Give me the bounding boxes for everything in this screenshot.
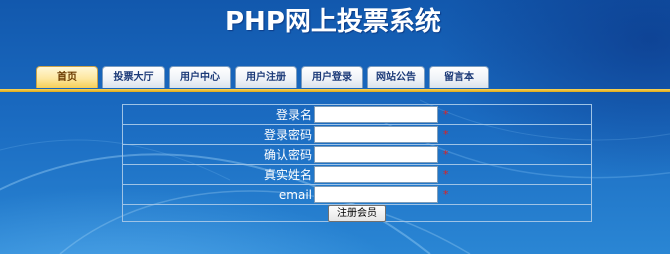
page-background: PHP网上投票系统 首页 投票大厅 用户中心 用户注册 用户登录 网站公告 留言… xyxy=(0,0,670,254)
register-member-button[interactable]: 注册会员 xyxy=(328,205,386,222)
login-password-input[interactable] xyxy=(314,126,438,143)
tab-vote-hall[interactable]: 投票大厅 xyxy=(102,66,165,88)
email-input[interactable] xyxy=(314,186,438,203)
login-name-input[interactable] xyxy=(314,106,438,123)
required-asterisk: * xyxy=(443,188,449,201)
tab-user-center[interactable]: 用户中心 xyxy=(169,66,231,88)
form-row-email: email * xyxy=(123,185,591,205)
tab-user-login[interactable]: 用户登录 xyxy=(301,66,363,88)
login-name-label: 登录名 xyxy=(275,108,312,122)
tab-guestbook[interactable]: 留言本 xyxy=(429,66,489,88)
required-asterisk: * xyxy=(443,168,449,181)
form-submit-row: 注册会员 xyxy=(123,205,591,222)
site-title: PHP网上投票系统 xyxy=(225,7,441,37)
main-nav: 首页 投票大厅 用户中心 用户注册 用户登录 网站公告 留言本 xyxy=(36,66,489,90)
real-name-label: 真实姓名 xyxy=(263,168,312,182)
required-asterisk: * xyxy=(443,148,449,161)
email-label: email xyxy=(278,188,312,202)
required-asterisk: * xyxy=(443,128,449,141)
confirm-password-label: 确认密码 xyxy=(263,148,312,162)
form-row-real-name: 真实姓名 * xyxy=(123,165,591,185)
real-name-input[interactable] xyxy=(314,166,438,183)
login-password-label: 登录密码 xyxy=(263,128,312,142)
nav-underline-bar xyxy=(0,89,670,92)
tab-site-announcements[interactable]: 网站公告 xyxy=(367,66,425,88)
form-row-login-password: 登录密码 * xyxy=(123,125,591,145)
confirm-password-input[interactable] xyxy=(314,146,438,163)
tab-user-register[interactable]: 用户注册 xyxy=(235,66,297,88)
registration-form: 登录名 * 登录密码 * 确认密码 * 真实姓名 * email * 注册会员 xyxy=(122,104,592,222)
form-row-login-name: 登录名 * xyxy=(123,105,591,125)
required-asterisk: * xyxy=(443,108,449,121)
tab-home[interactable]: 首页 xyxy=(36,66,98,88)
form-row-confirm-password: 确认密码 * xyxy=(123,145,591,165)
